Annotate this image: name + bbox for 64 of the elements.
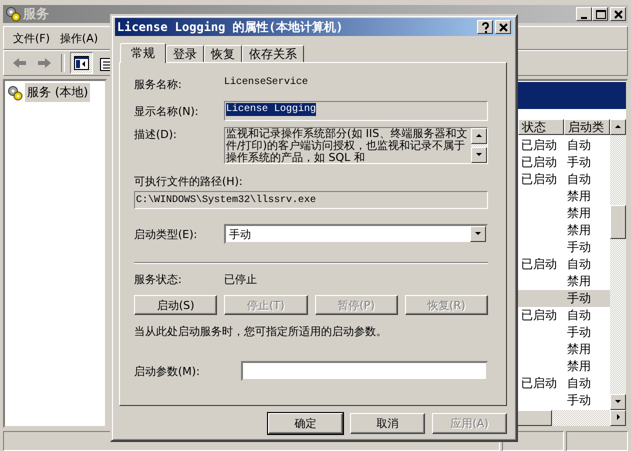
table-cell-text: 手动 (566, 290, 592, 307)
menu-item[interactable]: 操作(A) (54, 30, 104, 46)
service-button[interactable]: 启动(S) (134, 295, 218, 315)
services-icon (7, 84, 23, 100)
table-cell-text: 自动 (566, 307, 592, 324)
description-scrollbar[interactable] (471, 128, 487, 163)
start-parameters-field[interactable] (241, 361, 488, 381)
status-pane (566, 431, 628, 451)
column-header[interactable]: 状态 (518, 119, 564, 135)
tab[interactable]: 恢复 (204, 45, 242, 62)
table-cell-text: 手动 (566, 154, 592, 171)
table-cell-text: 禁用 (566, 205, 592, 222)
description-text: 监视和记录操作系统部分(如 IIS、终端服务器和文件/打印)的客户端访问授权，也监视和记录不属于操作系统的产品，如 SQL 和 (225, 128, 468, 163)
table-cell-text: 自动 (566, 137, 592, 154)
tab[interactable]: 常规 (120, 43, 166, 63)
service-status: 已停止 (224, 272, 257, 287)
table-cell-text: 手动 (566, 239, 592, 256)
maximize-button[interactable] (592, 7, 608, 21)
table-cell-text: 已启动 (520, 137, 558, 154)
services-icon (5, 6, 21, 22)
table-cell-text: 已启动 (520, 154, 558, 171)
table-cell-text: 手动 (566, 392, 592, 409)
minimize-button[interactable] (576, 7, 592, 21)
path-field[interactable]: C:\WINDOWS\System32\llssrv.exe (134, 191, 488, 209)
close-button[interactable] (495, 20, 511, 34)
field-label: 可执行文件的路径(H): (134, 174, 244, 189)
toolbar-button[interactable] (70, 52, 93, 74)
field-label: 描述(D): (134, 127, 178, 142)
table-cell-text: 已启动 (520, 256, 558, 273)
field-label: 服务状态: (134, 272, 183, 287)
tab[interactable]: 登录 (166, 45, 204, 62)
dialog-button[interactable]: 取消 (350, 413, 425, 434)
table-cell-text: 自动 (566, 375, 592, 392)
forward-arrow-icon (37, 56, 52, 70)
field-label: 启动参数(M): (134, 364, 201, 378)
tree-item[interactable]: 服务 (本地) (25, 83, 90, 102)
service-name: LicenseService (224, 77, 308, 88)
table-cell-text: 禁用 (566, 341, 592, 358)
table-cell-text: 已启动 (520, 375, 558, 392)
minimize-icon (581, 16, 587, 18)
close-icon (496, 22, 510, 32)
dialog-button[interactable]: 确定 (268, 413, 343, 434)
vertical-scrollbar[interactable] (610, 119, 626, 410)
table-cell-text: 自动 (566, 171, 592, 188)
close-button[interactable] (610, 7, 626, 21)
maximize-icon (594, 8, 606, 20)
hint-text: 当从此处启动服务时，您可指定所适用的启动参数。 (134, 324, 388, 339)
startup-type-dropdown[interactable]: 手动 (224, 224, 488, 244)
field-label: 显示名称(N): (134, 104, 200, 118)
help-button[interactable] (477, 20, 493, 34)
table-cell-text: 自动 (566, 256, 592, 273)
close-icon (612, 8, 624, 20)
back-arrow-icon (12, 56, 27, 70)
table-cell-text: 已启动 (520, 307, 558, 324)
window-title: 服务 (23, 6, 49, 23)
dialog-title: License Logging 的属性(本地计算机) (117, 18, 344, 36)
tab[interactable]: 依存关系 (242, 45, 304, 62)
menu-item[interactable]: 文件(F) (8, 30, 55, 46)
field-label: 服务名称: (134, 77, 183, 92)
table-cell-text: 已启动 (520, 171, 558, 188)
column-header[interactable]: 启动类 (564, 119, 610, 135)
pane-toggle-icon (74, 56, 89, 70)
display-name-field[interactable]: License Logging (224, 101, 488, 121)
field-label: 启动类型(E): (134, 226, 198, 242)
